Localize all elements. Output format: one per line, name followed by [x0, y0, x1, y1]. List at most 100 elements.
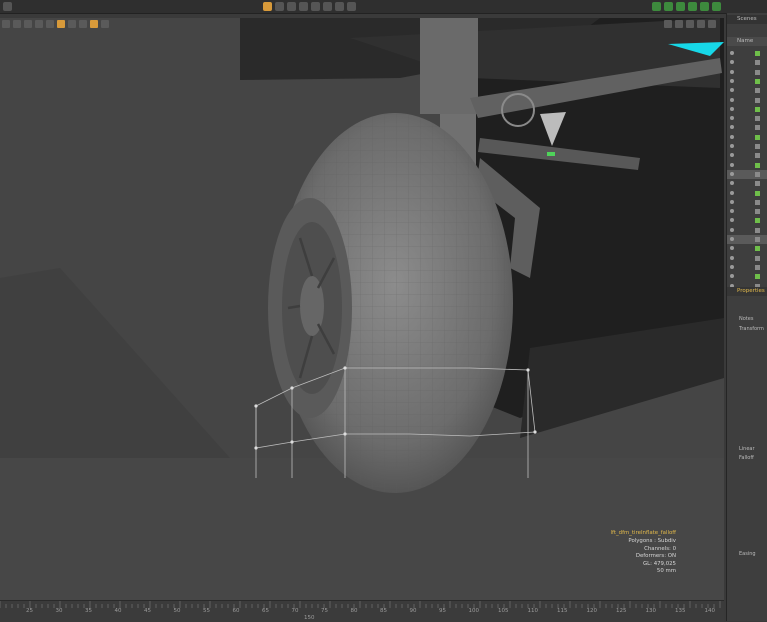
grid-icon[interactable] [676, 2, 685, 11]
zoom-icon[interactable] [686, 20, 694, 28]
scene-panel: Scenes Name Properties Notes Transform L… [726, 13, 767, 621]
visibility-eye-icon[interactable] [730, 162, 734, 167]
rotate-tool-icon[interactable] [287, 2, 296, 11]
easing-section[interactable]: Easing [727, 550, 767, 559]
view-grid-icon[interactable] [13, 20, 21, 28]
visibility-eye-icon[interactable] [730, 199, 734, 204]
visibility-eye-icon[interactable] [730, 209, 734, 214]
notes-section[interactable]: Notes [727, 315, 767, 324]
outliner-row[interactable] [727, 216, 767, 225]
visibility-eye-icon[interactable] [730, 190, 734, 195]
outliner-row[interactable] [727, 179, 767, 188]
outliner-row[interactable] [727, 198, 767, 207]
visibility-eye-icon[interactable] [730, 125, 734, 130]
outliner-row[interactable] [727, 189, 767, 198]
timeline-ruler[interactable]: 25 30 35 40 45 50 55 60 65 70 75 80 85 90 95 100 105 110 1… [0, 600, 745, 622]
outliner-row[interactable] [727, 77, 767, 86]
chevron-down-icon[interactable] [347, 2, 356, 11]
outliner-row[interactable] [727, 169, 767, 179]
item-type-icon [755, 60, 760, 66]
pan-icon[interactable] [664, 20, 672, 28]
outliner-row[interactable] [727, 235, 767, 244]
visibility-eye-icon[interactable] [730, 237, 734, 241]
scale-tool-icon[interactable] [299, 2, 308, 11]
visibility-eye-icon[interactable] [730, 274, 734, 279]
select-items-icon[interactable] [263, 2, 272, 11]
linear-falloff-section[interactable]: Linear Falloff [727, 445, 767, 461]
visibility-eye-icon[interactable] [730, 171, 734, 176]
outliner-row[interactable] [727, 133, 767, 142]
visibility-eye-icon[interactable] [730, 144, 734, 148]
texture-icon[interactable] [46, 20, 54, 28]
visibility-eye-icon[interactable] [730, 78, 734, 83]
outliner-row[interactable] [727, 86, 767, 95]
lighting-icon[interactable] [57, 20, 65, 28]
pin-icon[interactable] [79, 20, 87, 28]
outliner-row[interactable] [727, 263, 767, 272]
render-icon[interactable] [700, 2, 709, 11]
item-type-icon [755, 237, 760, 242]
layout-menu-icon[interactable] [652, 2, 661, 11]
visibility-eye-icon[interactable] [730, 255, 734, 260]
outliner-row[interactable] [727, 151, 767, 160]
outliner-row[interactable] [727, 114, 767, 123]
outliner-row[interactable] [727, 96, 767, 105]
visibility-eye-icon[interactable] [730, 181, 734, 186]
outliner-row[interactable] [727, 226, 767, 235]
name-column-header[interactable]: Name [727, 37, 767, 46]
item-type-icon [755, 78, 760, 84]
ruler-tick-label: 25 [26, 608, 33, 614]
fit-view-icon[interactable] [697, 20, 705, 28]
snap-icon[interactable] [101, 20, 109, 28]
orbit-icon[interactable] [675, 20, 683, 28]
viewport-settings-icon[interactable] [708, 20, 716, 28]
visibility-eye-icon[interactable] [730, 134, 734, 139]
visibility-eye-icon[interactable] [730, 264, 734, 269]
deformer-icon[interactable] [90, 20, 98, 28]
outliner-row[interactable] [727, 207, 767, 216]
snap-tool-icon[interactable] [335, 2, 344, 11]
visibility-eye-icon[interactable] [730, 116, 734, 121]
move-tool-icon[interactable] [275, 2, 284, 11]
visibility-eye-icon[interactable] [730, 246, 734, 251]
outliner-row[interactable] [727, 272, 767, 281]
3d-viewport[interactable]: lft_dfm_tireInflate_falloff Polygons : S… [0, 18, 724, 600]
visibility-eye-icon[interactable] [730, 153, 734, 158]
visibility-eye-icon[interactable] [730, 97, 734, 102]
visibility-eye-icon[interactable] [730, 218, 734, 223]
outliner-row[interactable] [727, 244, 767, 253]
transform-tool-icon[interactable] [311, 2, 320, 11]
item-type-icon [755, 264, 760, 270]
outliner-row[interactable] [727, 49, 767, 58]
outliner-row[interactable] [727, 161, 767, 170]
outliner-row[interactable] [727, 123, 767, 132]
tab-scenes[interactable]: Scenes [727, 15, 767, 24]
outliner-row[interactable] [727, 105, 767, 114]
shading-icon[interactable] [35, 20, 43, 28]
image-icon[interactable] [688, 2, 697, 11]
outliner-row[interactable] [727, 254, 767, 263]
camera-tool-icon[interactable] [323, 2, 332, 11]
visibility-eye-icon[interactable] [730, 51, 734, 55]
add-icon[interactable] [712, 2, 721, 11]
wireframe-icon[interactable] [24, 20, 32, 28]
visibility-eye-icon[interactable] [730, 88, 734, 93]
outliner-row[interactable] [727, 58, 767, 67]
ruler-tick-label: 140 [704, 608, 716, 614]
item-type-icon [755, 69, 760, 75]
ruler-tick-label: 70 [291, 608, 299, 614]
timeline-current-marker: 150 [304, 615, 315, 621]
search-icon[interactable] [3, 2, 12, 11]
visibility-eye-icon[interactable] [730, 227, 734, 232]
layers-icon[interactable] [664, 2, 673, 11]
tab-properties[interactable]: Properties [727, 287, 767, 296]
transform-section[interactable]: Transform [727, 325, 767, 334]
outliner-row[interactable] [727, 142, 767, 151]
outliner-row[interactable] [727, 68, 767, 77]
visibility-eye-icon[interactable] [730, 60, 734, 65]
visibility-eye-icon[interactable] [730, 69, 734, 74]
ruler-tick-label: 115 [557, 608, 568, 614]
camera-icon[interactable] [68, 20, 76, 28]
visibility-eye-icon[interactable] [730, 106, 734, 111]
viewport-menu-icon[interactable] [2, 20, 10, 28]
